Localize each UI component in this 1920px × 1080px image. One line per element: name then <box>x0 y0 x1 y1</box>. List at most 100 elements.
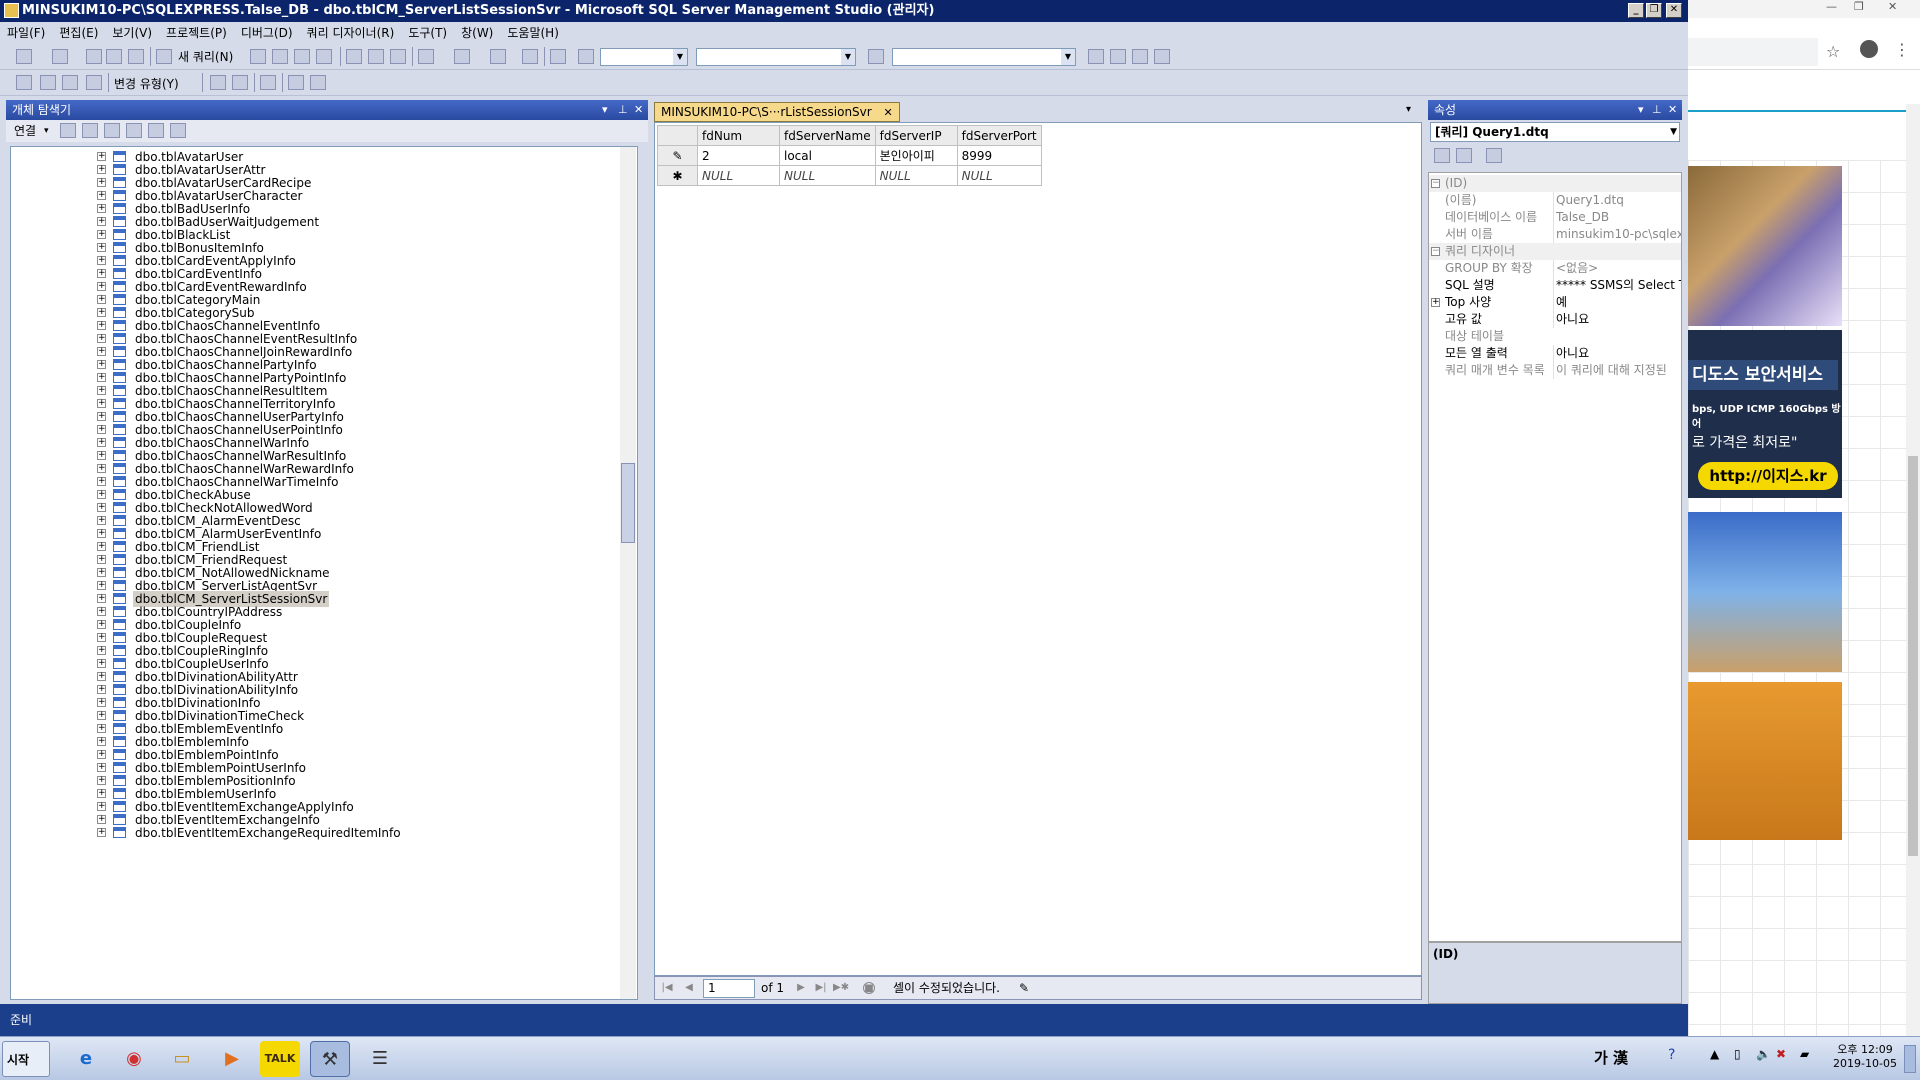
xmla-query-icon[interactable] <box>316 49 332 64</box>
expand-icon[interactable]: + <box>97 321 106 330</box>
menu-item[interactable]: 파일(F) <box>0 22 52 44</box>
analysis-query-icon[interactable] <box>272 49 288 64</box>
verify-sql-icon[interactable] <box>232 75 248 90</box>
grid-cell[interactable]: NULL <box>697 165 780 186</box>
property-value[interactable]: 예 <box>1553 294 1681 311</box>
grid-cell[interactable]: NULL <box>779 165 876 186</box>
expand-icon[interactable]: + <box>97 295 106 304</box>
expand-icon[interactable]: + <box>97 815 106 824</box>
expand-icon[interactable]: + <box>97 386 106 395</box>
new-query-button[interactable]: 새 쿼리(N) <box>178 48 233 65</box>
pin-icon[interactable]: ⊥ <box>1652 100 1662 120</box>
redo-icon[interactable] <box>454 49 470 64</box>
game-ad-image[interactable] <box>1688 512 1842 672</box>
help-icon[interactable]: ? <box>1668 1047 1675 1063</box>
stop-icon[interactable] <box>104 123 120 138</box>
expand-icon[interactable]: + <box>97 217 106 226</box>
browser-close-button[interactable]: ✕ <box>1888 0 1897 13</box>
close-button[interactable]: ✕ <box>1666 3 1682 18</box>
property-row[interactable]: 쿼리 매개 변수 목록 이 쿼리에 대해 지정된 <box>1429 362 1681 379</box>
solution-config-combo[interactable]: ▼ <box>600 48 688 66</box>
expand-icon[interactable]: + <box>97 763 106 772</box>
expand-icon[interactable]: + <box>97 529 106 538</box>
column-header[interactable]: fdServerIP <box>874 125 958 146</box>
network-error-icon[interactable]: ✖ <box>1776 1047 1786 1061</box>
browser-scrollbar-thumb[interactable] <box>1908 456 1918 856</box>
property-value[interactable]: Talse_DB <box>1553 209 1681 226</box>
chevron-down-icon[interactable]: ▼ <box>1670 123 1677 141</box>
menu-item[interactable]: 프로젝트(P) <box>159 22 234 44</box>
expand-icon[interactable]: + <box>97 334 106 343</box>
paste-icon[interactable] <box>390 49 406 64</box>
new-project-icon[interactable] <box>16 49 32 64</box>
clock[interactable]: 오후 12:09 2019-10-05 <box>1830 1043 1900 1071</box>
property-row[interactable]: 대상 테이블 <box>1429 328 1681 345</box>
expand-icon[interactable]: + <box>97 178 106 187</box>
expand-icon[interactable]: + <box>97 737 106 746</box>
expand-icon[interactable]: + <box>97 204 106 213</box>
ssms-taskbar-icon[interactable]: ⚒ <box>310 1041 350 1077</box>
db-engine-query-icon[interactable] <box>250 49 266 64</box>
expand-icon[interactable]: + <box>97 659 106 668</box>
undo-icon[interactable] <box>418 49 434 64</box>
expand-icon[interactable]: + <box>97 594 106 603</box>
filter-icon[interactable] <box>126 123 142 138</box>
expand-icon[interactable]: + <box>97 555 106 564</box>
scrollbar-thumb[interactable] <box>621 463 635 543</box>
expand-icon[interactable]: + <box>97 269 106 278</box>
expand-icon[interactable]: + <box>97 685 106 694</box>
tab-list-chevron-icon[interactable]: ▾ <box>1406 104 1411 115</box>
registered-servers-icon[interactable] <box>1088 49 1104 64</box>
signal-icon[interactable]: ▰ <box>1800 1047 1809 1061</box>
expand-icon[interactable]: + <box>97 191 106 200</box>
find-combo[interactable]: ▼ <box>892 48 1076 66</box>
expand-icon[interactable]: + <box>97 568 106 577</box>
ad-url[interactable]: http://이지스.kr <box>1698 462 1838 490</box>
property-row[interactable]: SQL 설명 ***** SSMS의 Select T <box>1429 277 1681 294</box>
expand-icon[interactable]: + <box>97 698 106 707</box>
expand-icon[interactable]: + <box>97 256 106 265</box>
property-value[interactable]: Query1.dtq <box>1553 192 1681 209</box>
last-record-icon[interactable]: ▶| <box>815 982 827 994</box>
expand-icon[interactable]: + <box>97 516 106 525</box>
expand-icon[interactable]: + <box>97 581 106 590</box>
property-value[interactable]: <없음> <box>1553 260 1681 277</box>
start-button[interactable]: 시작 <box>2 1041 50 1077</box>
expand-icon[interactable]: + <box>97 360 106 369</box>
menu-item[interactable]: 디버그(D) <box>234 22 300 44</box>
chrome-icon[interactable]: ◉ <box>114 1041 154 1077</box>
property-value[interactable]: minsukim10-pc\sqlex <box>1553 226 1681 243</box>
add-table-icon[interactable] <box>288 75 304 90</box>
mdx-query-icon[interactable] <box>294 49 310 64</box>
expand-icon[interactable]: + <box>97 152 106 161</box>
collapse-icon[interactable]: − <box>1431 247 1440 256</box>
page-number-input[interactable]: 1 <box>703 979 755 998</box>
expand-icon[interactable]: + <box>97 165 106 174</box>
expand-icon[interactable]: + <box>97 451 106 460</box>
new-record-icon[interactable]: ▶✱ <box>833 982 849 994</box>
file-explorer-icon[interactable]: ▭ <box>162 1041 202 1077</box>
connect-icon[interactable] <box>60 123 76 138</box>
prev-record-icon[interactable]: ◀ <box>683 982 695 994</box>
row-header[interactable]: ✎ <box>657 145 698 166</box>
property-value[interactable]: 아니요 <box>1553 345 1681 362</box>
volume-icon[interactable]: 🔈 <box>1756 1047 1771 1061</box>
table-row[interactable]: ✱ NULL NULL NULL NULL <box>657 165 1042 186</box>
expand-icon[interactable]: + <box>97 230 106 239</box>
show-diagram-icon[interactable] <box>16 75 32 90</box>
expand-icon[interactable]: + <box>97 477 106 486</box>
expand-icon[interactable]: + <box>97 724 106 733</box>
expand-icon[interactable]: + <box>97 412 106 421</box>
properties-object-select[interactable]: [쿼리] Query1.dtq ▼ <box>1430 122 1680 142</box>
save-icon[interactable] <box>106 49 122 64</box>
copy-icon[interactable] <box>368 49 384 64</box>
expand-icon[interactable]: + <box>97 308 106 317</box>
media-player-icon[interactable]: ▶ <box>212 1041 252 1077</box>
document-tab[interactable]: MINSUKIM10-PC\S···rListSessionSvr ✕ <box>654 102 900 122</box>
property-row[interactable]: 모든 열 출력 아니요 <box>1429 345 1681 362</box>
property-value[interactable]: 아니요 <box>1553 311 1681 328</box>
collapse-icon[interactable]: − <box>1431 179 1440 188</box>
change-type-button[interactable]: 변경 유형(Y) <box>114 75 179 92</box>
menu-item[interactable]: 창(W) <box>454 22 500 44</box>
grid-cell[interactable]: local <box>779 145 876 166</box>
